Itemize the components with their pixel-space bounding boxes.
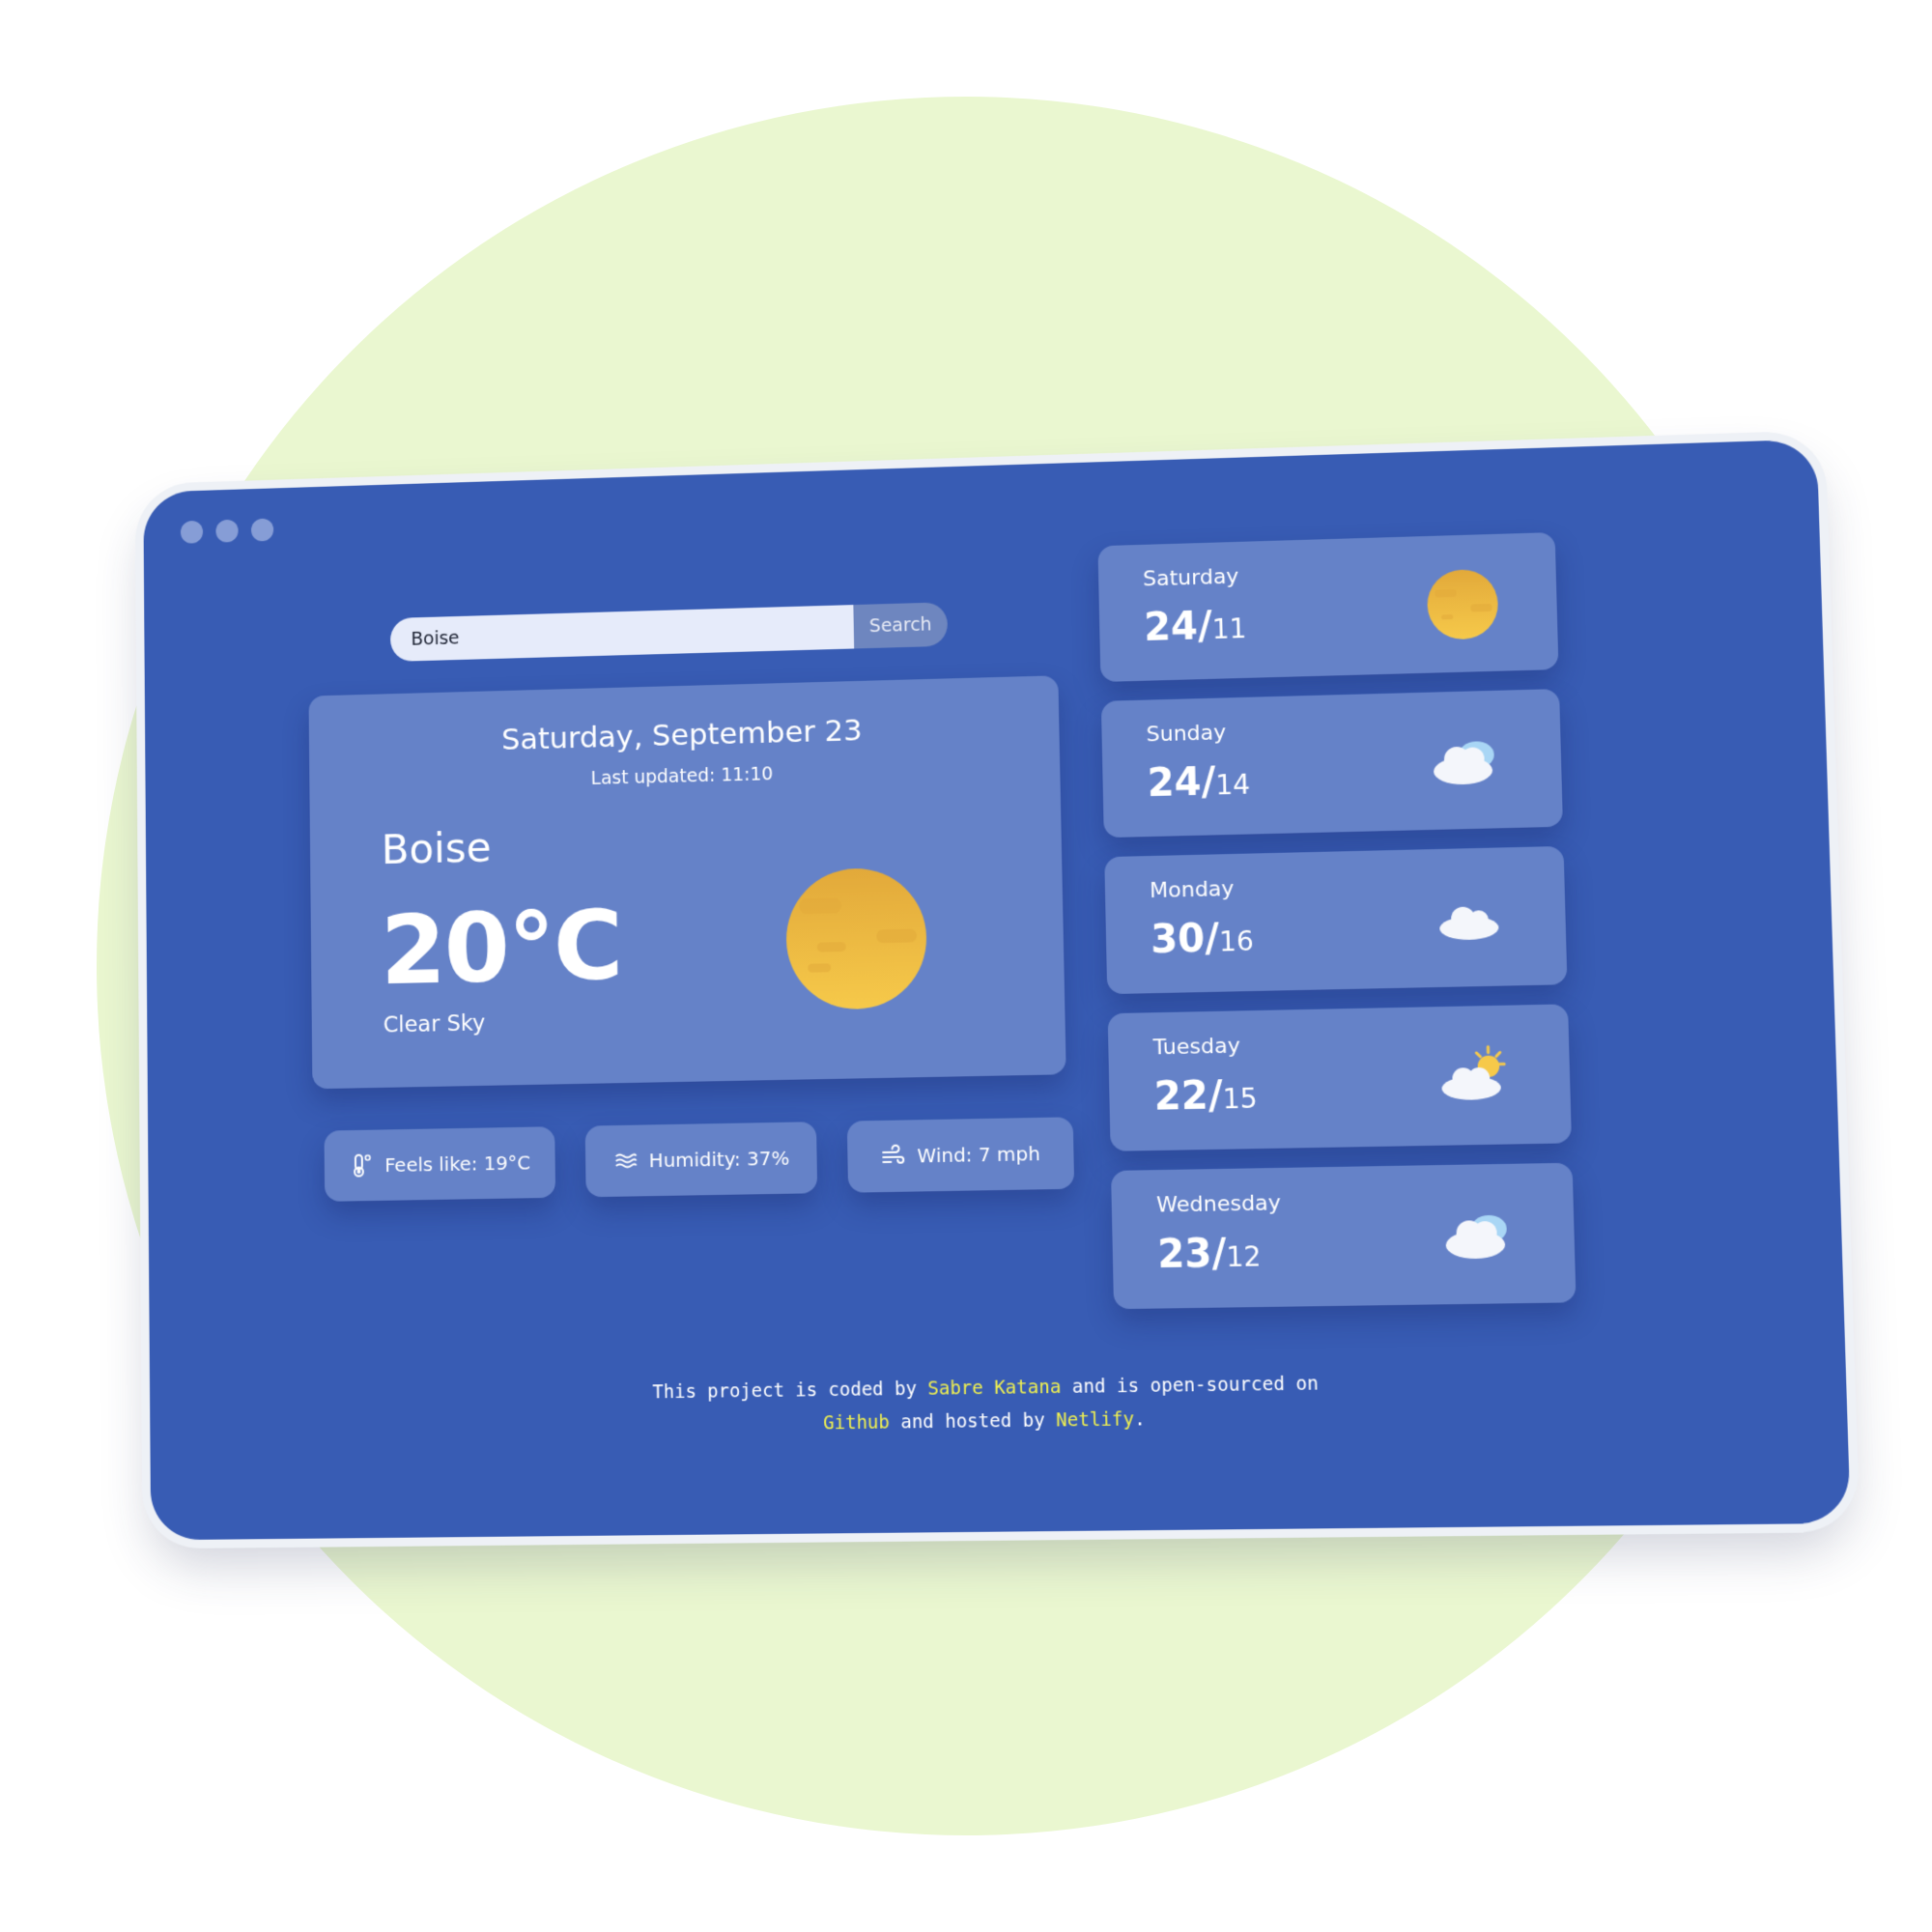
- search-bar: Search: [389, 602, 949, 662]
- humidity-label: Humidity: 37%: [648, 1146, 790, 1173]
- forecast-card-monday: Monday 30/16: [1104, 845, 1568, 995]
- weather-condition: Clear Sky: [383, 1010, 486, 1038]
- forecast-day: Tuesday: [1152, 1034, 1241, 1061]
- author-link[interactable]: Sabre Katana: [927, 1377, 1061, 1400]
- forecast-card-wednesday: Wednesday 23/12: [1111, 1162, 1577, 1310]
- forecast-low: 16: [1218, 924, 1255, 958]
- sun-icon: [783, 865, 930, 1012]
- forecast-low: 12: [1226, 1240, 1262, 1274]
- search-input[interactable]: [389, 605, 855, 662]
- footer-text: and is open-sourced on: [1061, 1373, 1320, 1399]
- humidity-waves-icon: [612, 1149, 638, 1174]
- forecast-card-tuesday: Tuesday 22/15: [1107, 1004, 1573, 1151]
- current-weather-card: Saturday, September 23 Last updated: 11:…: [308, 675, 1066, 1090]
- feels-like-label: Feels like: 19°C: [384, 1151, 531, 1178]
- forecast-day: Wednesday: [1155, 1191, 1282, 1218]
- netlify-link[interactable]: Netlify: [1056, 1408, 1134, 1431]
- footer-text: .: [1133, 1408, 1146, 1431]
- weather-details: Feels like: 19°C Humidity: 37% Wind: 7 m…: [324, 1117, 1075, 1202]
- last-updated: Last updated: 11:10: [590, 763, 774, 789]
- current-temperature: 20°C: [380, 889, 622, 1007]
- thermometer-icon: [349, 1152, 374, 1178]
- forecast-day: Sunday: [1146, 721, 1227, 748]
- footer-text: and hosted by: [889, 1409, 1057, 1434]
- forecast-low: 15: [1222, 1082, 1259, 1116]
- cloud-icon: [1431, 878, 1512, 957]
- forecast-card-saturday: Saturday 24/11: [1097, 532, 1559, 682]
- cloud-icon: [1427, 722, 1507, 801]
- current-date: Saturday, September 23: [500, 713, 863, 757]
- forecast-low: 11: [1211, 612, 1247, 645]
- forecast-high: 22/: [1153, 1073, 1224, 1120]
- search-button[interactable]: Search: [853, 602, 949, 649]
- forecast-high: 30/: [1150, 916, 1220, 963]
- forecast-high: 24/: [1143, 604, 1213, 650]
- forecast-temperature: 30/16: [1151, 916, 1255, 962]
- window-dot[interactable]: [250, 518, 274, 542]
- footer-credits: This project is coded by Sabre Katana an…: [150, 1360, 1848, 1448]
- city-name: Boise: [381, 823, 492, 874]
- cloud-icon: [1438, 1195, 1520, 1275]
- forecast-low: 14: [1214, 768, 1251, 802]
- partly-cloudy-icon: [1435, 1037, 1516, 1117]
- footer-text: This project is coded by: [652, 1378, 928, 1404]
- wind-pill: Wind: 7 mph: [846, 1117, 1075, 1193]
- wind-label: Wind: 7 mph: [917, 1142, 1041, 1168]
- forecast-day: Saturday: [1142, 564, 1239, 592]
- forecast-high: 23/: [1156, 1231, 1227, 1278]
- window-dot[interactable]: [215, 519, 239, 543]
- feels-like-pill: Feels like: 19°C: [324, 1126, 556, 1202]
- browser-window: Search Saturday, September 23 Last updat…: [143, 439, 1851, 1541]
- page-stage: Search Saturday, September 23 Last updat…: [0, 0, 1932, 1932]
- humidity-pill: Humidity: 37%: [584, 1122, 818, 1198]
- sun-icon: [1423, 565, 1503, 644]
- forecast-temperature: 24/14: [1147, 759, 1251, 807]
- forecast-card-sunday: Sunday 24/14: [1100, 689, 1563, 838]
- github-link[interactable]: Github: [823, 1411, 890, 1434]
- window-dot[interactable]: [180, 520, 204, 544]
- window-controls: [180, 518, 274, 544]
- forecast-temperature: 22/15: [1153, 1072, 1259, 1120]
- wind-icon: [882, 1144, 904, 1163]
- forecast-day: Monday: [1149, 877, 1235, 904]
- forecast-temperature: 23/12: [1156, 1231, 1262, 1278]
- forecast-high: 24/: [1147, 759, 1216, 807]
- forecast-temperature: 24/11: [1144, 603, 1247, 650]
